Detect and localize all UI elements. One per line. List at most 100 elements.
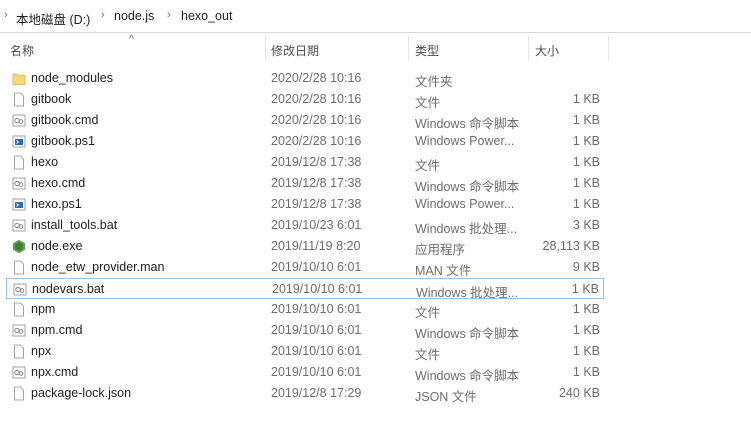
breadcrumb-hexo-out[interactable]: hexo_out [181,9,232,23]
file-row[interactable]: node_etw_provider.man 2019/10/10 6:01 MAN … [6,257,604,278]
chevron-right-icon[interactable]: › [101,9,105,21]
file-icon [12,344,26,359]
file-date: 2019/12/8 17:29 [271,386,362,400]
file-row[interactable]: npm 2019/10/10 6:01 文件 1 KB [6,299,604,320]
file-type: Windows Power... [415,197,515,211]
file-icon [12,155,26,170]
file-date: 2019/12/8 17:38 [271,176,362,190]
file-row[interactable]: hexo 2019/12/8 17:38 文件 1 KB [6,152,604,173]
file-icon [12,302,26,317]
file-type: Windows 命令脚本 [415,327,520,341]
file-size: 1 KB [572,365,600,379]
column-divider[interactable] [608,35,609,61]
file-row[interactable]: hexo.ps1 2019/12/8 17:38 Windows Power... 1… [6,194,604,215]
file-name: node_etw_provider.man [31,260,165,274]
file-type: Windows 命令脚本 [415,117,520,131]
file-type: MAN 文件 [415,264,472,278]
file-name: npx.cmd [31,365,79,379]
file-name: npm.cmd [31,323,83,337]
file-name: hexo.ps1 [31,197,82,211]
file-date: 2019/10/10 6:01 [271,344,362,358]
column-divider[interactable] [528,35,529,61]
file-size: 1 KB [571,282,599,296]
folder-icon [12,71,26,86]
breadcrumb-nodejs[interactable]: node.js [114,9,154,23]
file-size: 1 KB [572,176,600,190]
chevron-right-icon[interactable]: › [4,9,8,21]
file-type: 文件 [415,159,441,173]
file-type: 文件 [415,306,441,320]
file-date: 2019/10/10 6:01 [271,260,362,274]
file-row[interactable]: nodevars.bat 2019/10/10 6:01 Windows 批处理..… [6,278,604,300]
file-size: 240 KB [558,386,600,400]
file-name: hexo [31,155,59,169]
file-size: 1 KB [572,302,600,316]
file-size: 3 KB [572,218,600,232]
file-type: 文件 [415,96,441,110]
file-name: npx [31,344,52,358]
powershell-icon [12,134,26,149]
file-row[interactable]: npm.cmd 2019/10/10 6:01 Windows 命令脚本 1 KB [6,320,604,341]
cmd-icon [12,113,26,128]
file-type: JSON 文件 [415,390,477,404]
file-name: hexo.cmd [31,176,86,190]
column-divider[interactable] [265,35,266,61]
file-name: npm [31,302,56,316]
file-date: 2019/10/10 6:01 [271,302,362,316]
column-divider[interactable] [408,35,409,61]
column-type[interactable]: 类型 [415,42,439,59]
breadcrumb-drive[interactable]: 本地磁盘 (D:) [16,9,90,28]
file-date: 2019/10/10 6:01 [271,323,362,337]
file-date: 2020/2/28 10:16 [271,92,362,106]
node-exe-icon [12,239,26,254]
file-row[interactable]: node_modules 2020/2/28 10:16 文件夹 [6,68,604,89]
column-name[interactable]: 名称 [10,42,34,59]
column-date[interactable]: 修改日期 [271,42,319,59]
file-type: Windows 命令脚本 [415,369,520,383]
file-size: 1 KB [572,344,600,358]
file-size: 9 KB [572,260,600,274]
cmd-icon [12,323,26,338]
file-date: 2019/10/23 6:01 [271,218,362,232]
file-icon [12,92,26,107]
file-row[interactable]: hexo.cmd 2019/12/8 17:38 Windows 命令脚本 1 KB [6,173,604,194]
file-row[interactable]: gitbook.cmd 2020/2/28 10:16 Windows 命令脚本 1 … [6,110,604,131]
file-date: 2019/10/10 6:01 [271,365,362,379]
file-size: 1 KB [572,155,600,169]
file-row[interactable]: gitbook 2020/2/28 10:16 文件 1 KB [6,89,604,110]
file-name: node.exe [31,239,83,253]
file-type: Windows 批处理... [415,222,518,236]
file-row[interactable]: install_tools.bat 2019/10/23 6:01 Windows … [6,215,604,236]
file-name: package-lock.json [31,386,132,400]
cmd-icon [12,365,26,380]
file-row[interactable]: package-lock.json 2019/12/8 17:29 JSON 文件 2… [6,383,604,404]
address-bar[interactable]: › 本地磁盘 (D:) › node.js › hexo_out [0,0,751,33]
file-row[interactable]: npx.cmd 2019/10/10 6:01 Windows 命令脚本 1 KB [6,362,604,383]
file-size: 1 KB [572,134,600,148]
column-size[interactable]: 大小 [535,42,559,59]
file-size: 1 KB [572,113,600,127]
cmd-icon [12,218,26,233]
file-icon [12,260,26,275]
file-size: 28,113 KB [542,239,600,253]
file-name: node_modules [31,71,114,85]
file-date: 2019/10/10 6:01 [272,282,363,296]
file-row[interactable]: node.exe 2019/11/19 8:20 应用程序 28,113 KB [6,236,604,257]
file-name: gitbook.ps1 [31,134,95,148]
file-icon [12,386,26,401]
file-type: Windows Power... [415,134,515,148]
sort-ascending-icon: ^ [129,33,135,45]
file-row[interactable]: gitbook.ps1 2020/2/28 10:16 Windows Power.… [6,131,604,152]
file-date: 2020/2/28 10:16 [271,71,362,85]
file-type: 文件 [415,348,441,362]
file-name: gitbook [31,92,72,106]
cmd-icon [12,176,26,191]
file-date: 2019/12/8 17:38 [271,155,362,169]
file-row[interactable]: npx 2019/10/10 6:01 文件 1 KB [6,341,604,362]
column-header: ^ 名称 修改日期 类型 大小 [0,33,751,64]
file-name: gitbook.cmd [31,113,99,127]
chevron-right-icon[interactable]: › [167,9,171,21]
file-size: 1 KB [572,197,600,211]
file-name: install_tools.bat [31,218,118,232]
cmd-icon [13,282,27,297]
